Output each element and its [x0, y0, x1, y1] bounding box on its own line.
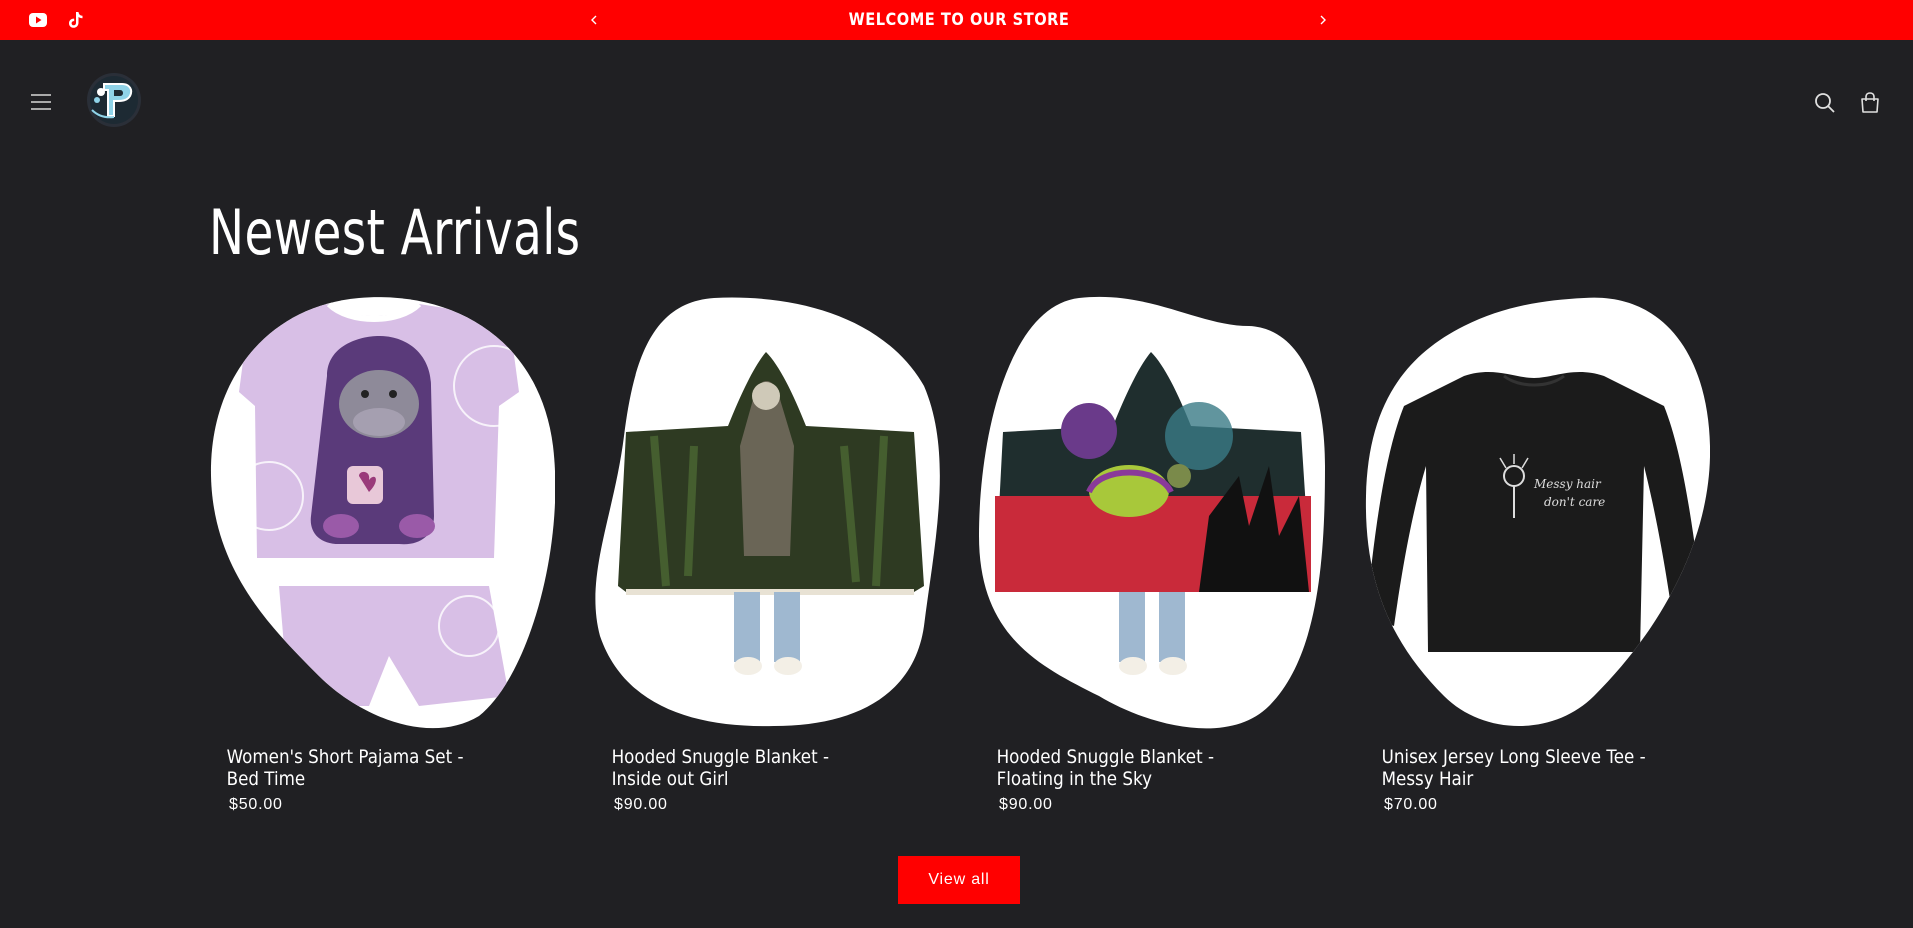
svg-text:don't care: don't care — [1544, 495, 1605, 509]
product-card[interactable]: Hooded Snuggle Blanket - Floating in the… — [979, 296, 1325, 814]
chevron-left-icon — [591, 15, 597, 25]
svg-text:Messy hair: Messy hair — [1533, 477, 1602, 491]
product-price: $90.00 — [999, 796, 1053, 813]
tiktok-icon[interactable] — [64, 8, 88, 32]
product-card[interactable]: Hooded Snuggle Blanket - Inside out Girl… — [594, 296, 940, 814]
product-card[interactable]: Messy hair don't care Unisex Jersey Long… — [1364, 296, 1710, 814]
product-card[interactable]: Women's Short Pajama Set - Bed Time $50.… — [209, 296, 555, 814]
hamburger-menu-icon[interactable] — [26, 90, 56, 114]
product-title[interactable]: Hooded Snuggle Blanket - Inside out Girl — [594, 746, 902, 790]
announcement-message: WELCOME TO OUR STORE — [848, 10, 1070, 30]
view-all-button[interactable]: View all — [898, 856, 1020, 904]
product-image[interactable] — [979, 296, 1325, 730]
store-logo[interactable] — [84, 70, 144, 130]
site-header — [0, 40, 1913, 165]
product-price: $50.00 — [229, 796, 283, 813]
product-price: $70.00 — [1384, 796, 1438, 813]
product-title[interactable]: Unisex Jersey Long Sleeve Tee - Messy Ha… — [1364, 746, 1672, 790]
announcement-bar: WELCOME TO OUR STORE — [0, 0, 1913, 40]
section-title: Newest Arrivals — [209, 196, 581, 269]
announcement-prev-button[interactable] — [582, 8, 606, 32]
product-image[interactable] — [209, 296, 555, 730]
announcement-next-button[interactable] — [1311, 8, 1335, 32]
product-image[interactable]: Messy hair don't care — [1364, 296, 1710, 730]
product-title[interactable]: Hooded Snuggle Blanket - Floating in the… — [979, 746, 1287, 790]
product-image[interactable] — [594, 296, 940, 730]
product-title[interactable]: Women's Short Pajama Set - Bed Time — [209, 746, 517, 790]
chevron-right-icon — [1320, 15, 1326, 25]
search-icon[interactable] — [1812, 90, 1838, 116]
cart-icon[interactable] — [1857, 90, 1883, 116]
product-price: $90.00 — [614, 796, 668, 813]
youtube-icon[interactable] — [26, 8, 50, 32]
